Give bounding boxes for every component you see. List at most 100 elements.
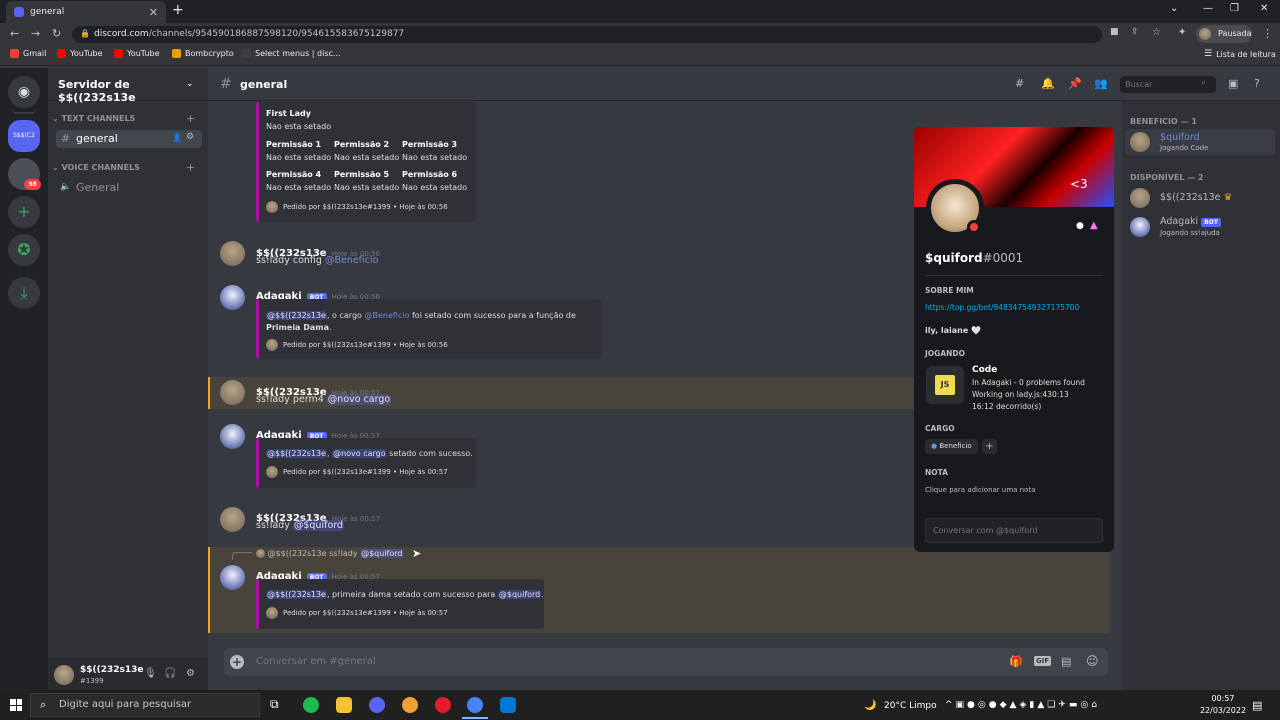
reading-list[interactable]: ☰ Lista de leitura xyxy=(1204,49,1276,59)
user-avatar[interactable] xyxy=(54,665,74,685)
category-voice-channels[interactable]: ⌄ VOICE CHANNELS xyxy=(52,163,140,172)
tray-icons[interactable]: ^▣●◎●◆▲◈▮▲❑✈▬◎⌂ xyxy=(945,700,1100,710)
add-channel-icon[interactable]: + xyxy=(186,112,195,125)
bookmark-bombcrypto[interactable]: Bombcrypto xyxy=(172,49,234,58)
reply-avatar xyxy=(256,549,265,558)
emoji-icon[interactable]: ☺ xyxy=(1086,654,1099,668)
discord-home-icon[interactable]: ◉ xyxy=(8,76,40,108)
help-icon[interactable]: ? xyxy=(1254,77,1260,90)
search-icon[interactable]: ⌕ xyxy=(1201,78,1206,88)
chrome-icon[interactable] xyxy=(467,697,483,713)
share-icon[interactable]: ⇪ xyxy=(1131,27,1139,37)
app-icon[interactable] xyxy=(402,697,418,713)
lock-icon[interactable]: 🔒 xyxy=(80,29,90,38)
server-name[interactable]: Servidor de $$((232s13e xyxy=(48,68,208,104)
add-voice-channel-icon[interactable]: + xyxy=(186,161,195,174)
menu-icon[interactable]: ⋮ xyxy=(1262,27,1273,40)
back-icon[interactable]: ← xyxy=(10,27,19,40)
avatar[interactable] xyxy=(220,424,245,449)
clock-time[interactable]: 00:57 xyxy=(1208,694,1238,703)
add-server-icon[interactable]: + xyxy=(8,196,40,228)
bookmark-youtube[interactable]: YouTube xyxy=(57,49,103,58)
guild-current[interactable]: S$$(C2 xyxy=(8,120,40,152)
reply-reference[interactable]: @$$((232s13e ss!lady @$quiford xyxy=(256,549,404,558)
perm-value: Nao esta setado xyxy=(266,183,332,192)
user-mention[interactable]: @$quiford xyxy=(292,520,345,531)
hash-icon: # xyxy=(61,132,71,145)
direct-message-input[interactable]: Conversar com @$quiford xyxy=(925,518,1103,543)
avatar[interactable] xyxy=(220,565,245,590)
threads-icon[interactable]: # xyxy=(1015,77,1024,90)
perm-name: Permissão 6 xyxy=(402,170,458,179)
maximize-icon[interactable]: ❐ xyxy=(1230,3,1239,14)
opera-icon[interactable] xyxy=(435,697,451,713)
invite-icon[interactable]: 👤 xyxy=(172,133,182,142)
microphone-icon[interactable]: 🎙 xyxy=(144,668,157,679)
user-settings-icon[interactable]: ⚙ xyxy=(186,668,195,679)
tab-title: general xyxy=(30,7,65,17)
weather-text[interactable]: 20°C Limpo xyxy=(884,701,937,711)
explore-icon[interactable]: ✪ xyxy=(8,234,40,266)
member-name[interactable]: $$((232s13e ♛ xyxy=(1160,192,1232,203)
extensions-icon[interactable]: ✦ xyxy=(1178,27,1186,38)
member-avatar[interactable] xyxy=(1130,217,1150,237)
browser-tab[interactable]: general ✕ xyxy=(6,1,166,23)
role-mention[interactable]: @Benefício xyxy=(325,255,378,266)
download-icon[interactable]: ⤓ xyxy=(8,277,40,309)
member-avatar[interactable] xyxy=(1130,188,1150,208)
windows-start-icon[interactable] xyxy=(10,699,22,711)
url-path: /channels/954590186887598120/95461558367… xyxy=(148,29,405,39)
clock-date[interactable]: 22/03/2022 xyxy=(1198,706,1248,715)
task-view-icon[interactable]: ⧉ xyxy=(270,697,286,713)
inbox-icon[interactable]: ▣ xyxy=(1228,77,1238,90)
new-tab-icon[interactable]: + xyxy=(172,2,184,18)
member-list-icon[interactable]: 👥 xyxy=(1094,77,1108,90)
attach-plus-icon[interactable]: + xyxy=(230,655,244,669)
member-name: $quiford xyxy=(1160,132,1200,143)
message-content: ss!lady perm4 @novo cargo xyxy=(256,394,392,405)
vscode-icon[interactable] xyxy=(500,697,516,713)
profile-avatar xyxy=(1199,28,1211,40)
javascript-icon: JS xyxy=(935,375,955,395)
gif-icon[interactable]: GIF xyxy=(1034,656,1052,666)
discord-icon[interactable] xyxy=(369,697,385,713)
star-icon[interactable]: ☆ xyxy=(1152,27,1161,38)
role-mention[interactable]: @novo cargo xyxy=(326,394,392,405)
camera-icon[interactable]: ■ xyxy=(1110,27,1119,37)
tab-search-icon[interactable]: ⌄ xyxy=(1170,3,1178,14)
voice-channel-general[interactable]: General xyxy=(76,181,119,194)
bookmark-select-menus[interactable]: Select menus | disc... xyxy=(242,49,341,58)
file-explorer-icon[interactable] xyxy=(336,697,352,713)
headphones-icon[interactable]: 🎧 xyxy=(164,668,176,679)
settings-gear-icon[interactable]: ⚙ xyxy=(186,132,194,142)
gift-icon[interactable]: 🎁 xyxy=(1009,655,1023,668)
avatar[interactable] xyxy=(220,241,245,266)
avatar[interactable] xyxy=(220,507,245,532)
nitro-badge-icon: ▲ xyxy=(1090,220,1098,231)
close-tab-icon[interactable]: ✕ xyxy=(149,6,158,19)
forward-icon[interactable]: → xyxy=(31,27,40,40)
youtube-icon xyxy=(57,49,66,58)
bookmark-youtube-2[interactable]: YouTube xyxy=(114,49,160,58)
spotify-icon[interactable] xyxy=(303,697,319,713)
chevron-down-icon[interactable]: ⌄ xyxy=(186,79,194,89)
avatar[interactable] xyxy=(220,380,245,405)
bookmark-gmail[interactable]: Gmail xyxy=(10,49,46,58)
minimize-icon[interactable]: — xyxy=(1203,3,1213,14)
member-name[interactable]: Adagaki BOT xyxy=(1160,216,1221,227)
reload-icon[interactable]: ↻ xyxy=(52,27,61,40)
address-bar[interactable]: discord.com/channels/954590186887598120/… xyxy=(72,26,1102,43)
embed-footer: Pedido por $$((232s13e#1399 • Hoje às 00… xyxy=(266,339,448,351)
bell-icon[interactable]: 🔔 xyxy=(1041,77,1055,90)
about-me-link[interactable]: https://top.gg/bot/948347549327175700 xyxy=(925,303,1079,312)
note-input[interactable]: Clique para adicionar uma nota xyxy=(925,486,1035,494)
category-text-channels[interactable]: ⌄ TEXT CHANNELS xyxy=(52,114,135,123)
close-window-icon[interactable]: ✕ xyxy=(1260,3,1268,14)
add-role-icon[interactable]: + xyxy=(982,439,997,454)
header-channel-name: general xyxy=(240,78,288,91)
taskbar-search[interactable]: Digite aqui para pesquisar xyxy=(30,693,260,717)
avatar[interactable] xyxy=(220,285,245,310)
notification-icon[interactable]: ▤ xyxy=(1252,699,1262,712)
sticker-icon[interactable]: ▤ xyxy=(1061,655,1071,668)
pin-icon[interactable]: 📌 xyxy=(1068,77,1082,90)
